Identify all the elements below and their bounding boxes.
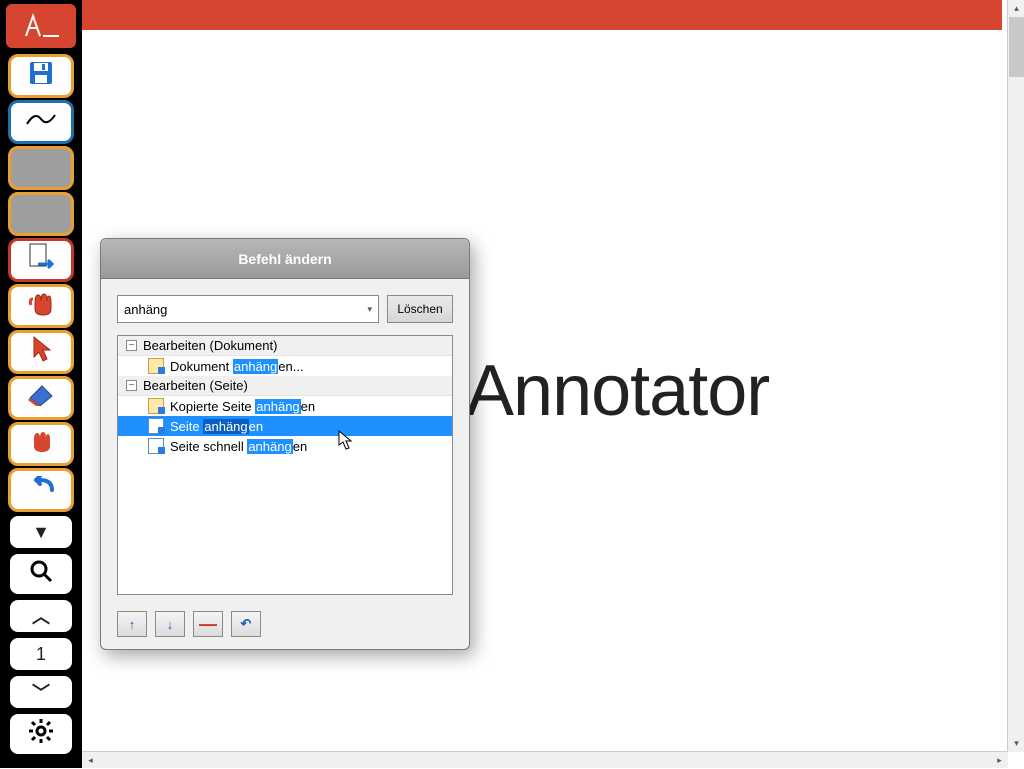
settings-button[interactable] bbox=[8, 712, 74, 756]
chevron-down-icon[interactable]: ▾ bbox=[367, 304, 372, 315]
page-number-display[interactable]: 1 bbox=[8, 636, 74, 672]
command-search-input[interactable] bbox=[124, 302, 372, 317]
minus-icon: — bbox=[199, 619, 217, 629]
move-down-button[interactable]: ↓ bbox=[155, 611, 185, 637]
save-button[interactable] bbox=[8, 54, 74, 98]
scroll-down-icon[interactable]: ▾ bbox=[1008, 735, 1024, 752]
tree-group-label: Bearbeiten (Dokument) bbox=[143, 338, 277, 353]
caret-down-icon: ▼ bbox=[32, 522, 50, 543]
reset-button[interactable]: ↶ bbox=[231, 611, 261, 637]
chevron-up-icon: ︿ bbox=[32, 603, 50, 629]
scroll-up-icon[interactable]: ▴ bbox=[1008, 0, 1024, 17]
command-search-combo[interactable]: ▾ bbox=[117, 295, 379, 323]
undo-button[interactable] bbox=[8, 468, 74, 512]
arrow-down-icon: ↓ bbox=[167, 617, 174, 632]
horizontal-scrollbar[interactable]: ◂ ▸ bbox=[82, 751, 1008, 768]
pen-tool[interactable] bbox=[8, 100, 74, 144]
pan-tool[interactable] bbox=[8, 284, 74, 328]
clear-search-button[interactable]: Löschen bbox=[387, 295, 453, 323]
hand-red-icon bbox=[27, 289, 55, 323]
gear-icon bbox=[28, 718, 54, 750]
change-command-dialog: Befehl ändern ▾ Löschen − Bearbeiten (Do… bbox=[100, 238, 470, 650]
remove-button[interactable]: — bbox=[193, 611, 223, 637]
move-up-button[interactable]: ↑ bbox=[117, 611, 147, 637]
page-right-icon bbox=[28, 242, 54, 278]
select-tool[interactable] bbox=[8, 330, 74, 374]
tree-item[interactable]: Seite schnell anhängen bbox=[118, 436, 452, 456]
tree-item[interactable]: Seite anhängen bbox=[118, 416, 452, 436]
tree-item-label: Seite anhängen bbox=[170, 419, 263, 434]
page-add-icon bbox=[148, 438, 164, 454]
dialog-title: Befehl ändern bbox=[101, 239, 469, 279]
tree-group-label: Bearbeiten (Seite) bbox=[143, 378, 248, 393]
page-number-text: 1 bbox=[36, 644, 46, 665]
collapse-toggle-icon[interactable]: − bbox=[126, 340, 137, 351]
tree-item[interactable]: Dokument anhängen... bbox=[118, 356, 452, 376]
undo-icon: ↶ bbox=[241, 616, 252, 632]
prev-page-button[interactable]: ︿ bbox=[8, 598, 74, 634]
magnifier-icon bbox=[29, 559, 53, 589]
eraser-tool[interactable] bbox=[8, 376, 74, 420]
eraser-icon bbox=[26, 384, 56, 412]
tree-item-label: Seite schnell anhängen bbox=[170, 439, 307, 454]
blank-tool-1[interactable] bbox=[8, 146, 74, 190]
scroll-thumb[interactable] bbox=[1009, 17, 1024, 77]
tree-item-label: Kopierte Seite anhängen bbox=[170, 399, 315, 414]
next-page-button[interactable]: ﹀ bbox=[8, 674, 74, 710]
scroll-right-icon[interactable]: ▸ bbox=[991, 752, 1008, 769]
paste-icon bbox=[148, 398, 164, 414]
dialog-footer: ↑ ↓ — ↶ bbox=[101, 603, 469, 649]
arrow-red-icon bbox=[30, 335, 52, 369]
document-heading: Annotator bbox=[466, 350, 769, 432]
left-toolbar: ▼ ︿ 1 ﹀ bbox=[0, 0, 82, 768]
undo-blue-icon bbox=[26, 476, 56, 504]
tree-group[interactable]: − Bearbeiten (Seite) bbox=[118, 376, 452, 396]
blank-tool-2[interactable] bbox=[8, 192, 74, 236]
document-header-band bbox=[82, 0, 1002, 30]
tree-group[interactable]: − Bearbeiten (Dokument) bbox=[118, 336, 452, 356]
scroll-left-icon[interactable]: ◂ bbox=[82, 752, 99, 769]
grab-tool[interactable] bbox=[8, 422, 74, 466]
save-icon bbox=[27, 59, 55, 93]
page-add-icon bbox=[148, 418, 164, 434]
insert-page-button[interactable] bbox=[8, 238, 74, 282]
chevron-down-icon: ﹀ bbox=[32, 679, 50, 705]
collapse-toggle-icon[interactable]: − bbox=[126, 380, 137, 391]
arrow-up-icon: ↑ bbox=[129, 617, 136, 632]
command-tree[interactable]: − Bearbeiten (Dokument) Dokument anhänge… bbox=[117, 335, 453, 595]
hand-solid-icon bbox=[28, 428, 54, 460]
collapse-toolbar[interactable]: ▼ bbox=[8, 514, 74, 550]
tree-item-label: Dokument anhängen... bbox=[170, 359, 304, 374]
tree-item[interactable]: Kopierte Seite anhängen bbox=[118, 396, 452, 416]
app-logo[interactable] bbox=[6, 4, 76, 48]
vertical-scrollbar[interactable]: ▴ ▾ bbox=[1007, 0, 1024, 752]
pen-icon bbox=[25, 109, 57, 135]
zoom-button[interactable] bbox=[8, 552, 74, 596]
paste-icon bbox=[148, 358, 164, 374]
